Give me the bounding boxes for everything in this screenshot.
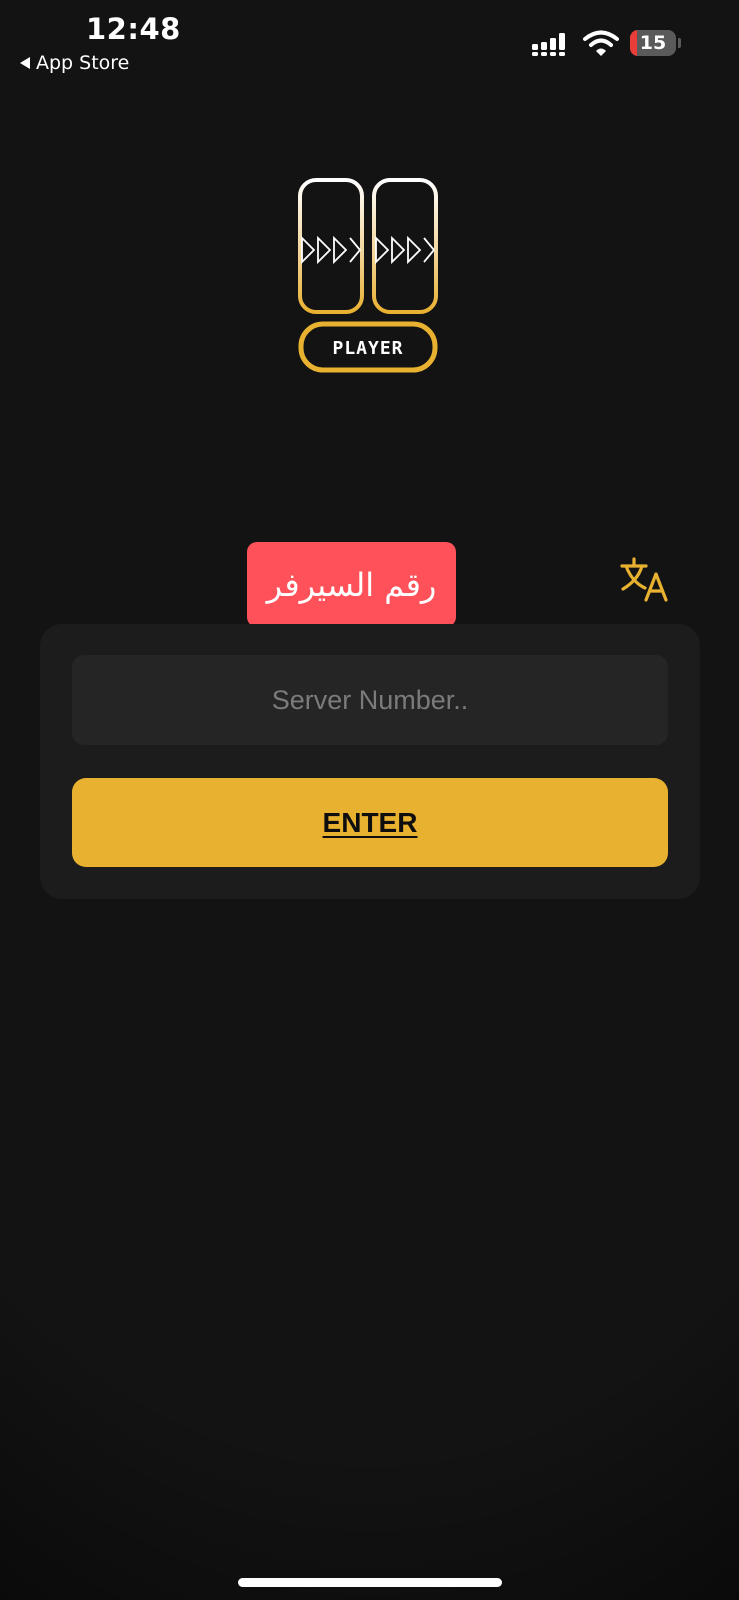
wifi-icon [583, 30, 619, 56]
logo-label: PLAYER [332, 338, 403, 359]
player-logo-icon: PLAYER [298, 178, 438, 373]
server-number-badge: رقم السيرفر [247, 542, 456, 627]
status-time: 12:48 [86, 12, 181, 46]
cellular-signal-icon [532, 33, 565, 56]
battery-level: 15 [639, 32, 667, 54]
back-to-app-store-link[interactable]: App Store [20, 52, 129, 74]
server-number-input[interactable] [72, 655, 668, 745]
back-caret-icon [20, 57, 30, 69]
back-app-label: App Store [36, 52, 130, 74]
enter-button[interactable]: ENTER [72, 778, 668, 867]
battery-nub [678, 38, 681, 48]
translate-icon[interactable] [620, 556, 668, 602]
battery-indicator: 15 [630, 30, 676, 56]
home-indicator[interactable] [238, 1578, 502, 1587]
